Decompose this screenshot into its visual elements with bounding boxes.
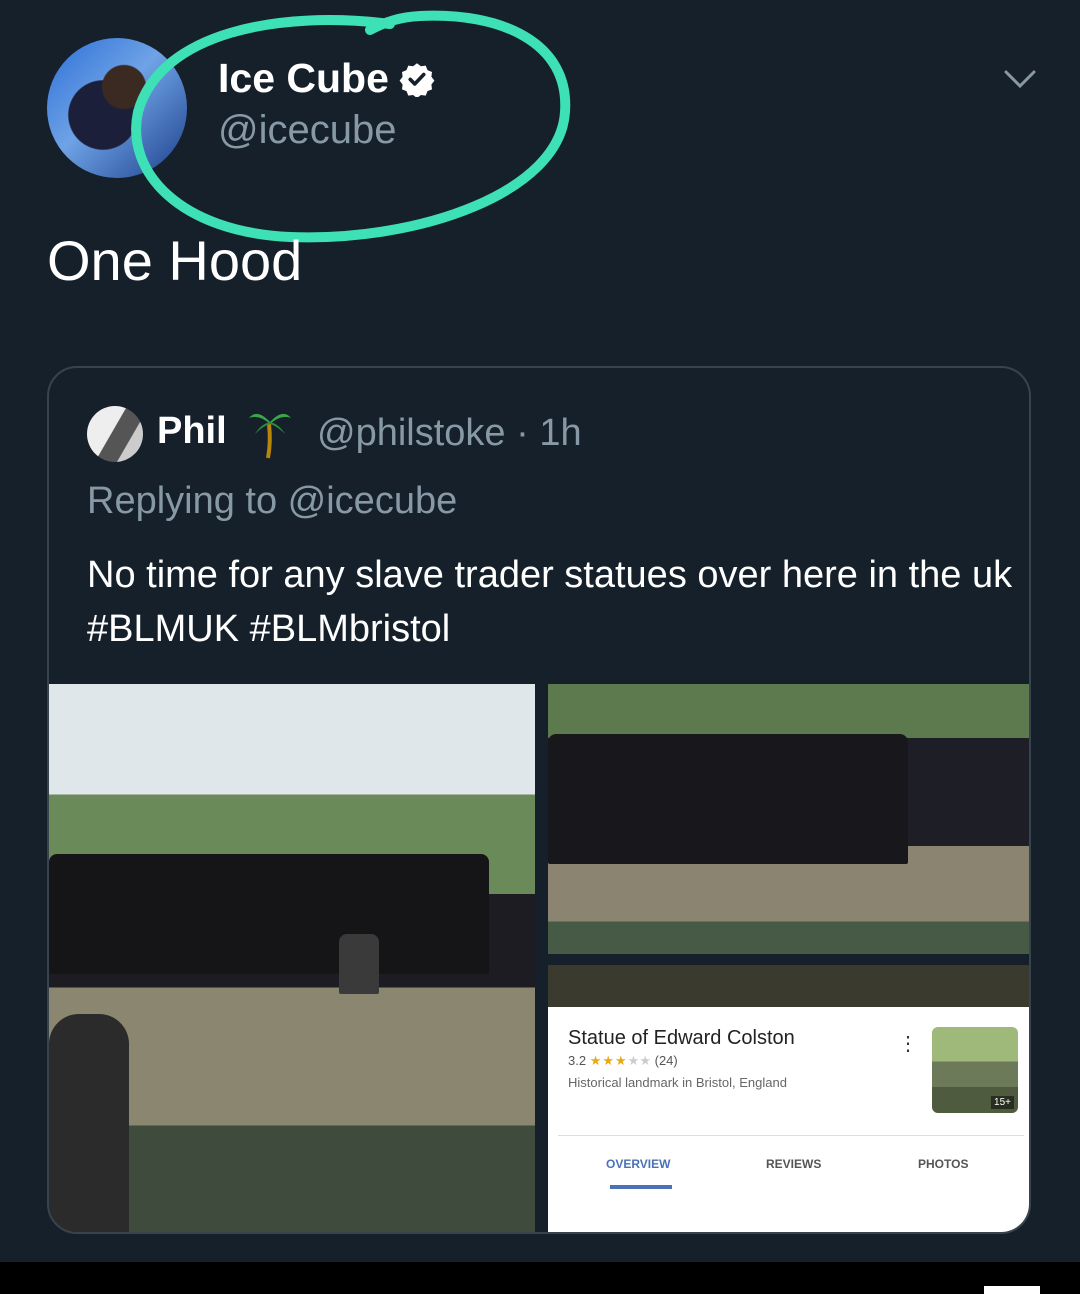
more-vertical-icon[interactable]: ⋮: [898, 1031, 918, 1056]
quote-author-avatar[interactable]: [87, 406, 143, 462]
quote-time: · 1h: [516, 412, 582, 454]
photo-place-card[interactable]: Statue of Edward Colston 3.2 ★★★★★ (24) …: [548, 965, 1029, 1232]
review-count: (24): [654, 1053, 678, 1068]
place-thumbnail[interactable]: 15+: [932, 1027, 1018, 1113]
quoted-tweet[interactable]: Phil @philstoke · 1h Replying to @icecub…: [47, 366, 1031, 1234]
author-handle[interactable]: @icecube: [218, 108, 396, 153]
bottom-indicator: [984, 1286, 1040, 1294]
place-description: Historical landmark in Bristol, England: [568, 1075, 787, 1090]
replying-to[interactable]: Replying to @icecube: [87, 480, 457, 523]
tab-photos[interactable]: PHOTOS: [918, 1157, 968, 1171]
quote-text: No time for any slave trader statues ove…: [87, 554, 1013, 650]
quote-author-name[interactable]: Phil: [157, 410, 227, 453]
card-divider: [558, 1135, 1024, 1136]
palm-tree-icon: [249, 413, 291, 459]
tab-active-indicator: [610, 1185, 672, 1189]
crowd-silhouette: [548, 734, 908, 864]
tab-overview[interactable]: OVERVIEW: [606, 1157, 670, 1171]
quote-author-handle[interactable]: @philstoke: [317, 412, 506, 454]
quote-handle-row: @philstoke · 1h: [317, 412, 582, 455]
rating-stars: ★★★: [589, 1053, 628, 1068]
card-top-strip: [548, 965, 1029, 1007]
bottom-bar: [0, 1262, 1080, 1294]
photo-crowd-harbour[interactable]: [49, 684, 535, 1232]
rating-value: 3.2: [568, 1053, 587, 1068]
author-name: Ice Cube: [218, 55, 389, 101]
place-title: Statue of Edward Colston: [568, 1027, 795, 1049]
statue-shape: [339, 934, 379, 994]
tab-reviews[interactable]: REVIEWS: [766, 1157, 821, 1171]
rating-stars-empty: ★★: [627, 1053, 651, 1068]
verified-badge-icon: [399, 62, 435, 97]
photo-crowd-wall[interactable]: [548, 684, 1029, 954]
tweet-text: One Hood: [47, 229, 303, 292]
crowd-silhouette: [49, 854, 489, 974]
photo-count: 15+: [991, 1096, 1014, 1109]
author-avatar[interactable]: [47, 38, 187, 178]
spectator-foreground: [49, 1014, 129, 1232]
author-name-row[interactable]: Ice Cube: [218, 55, 435, 102]
place-rating: 3.2 ★★★★★ (24): [568, 1053, 678, 1069]
chevron-down-icon[interactable]: [1002, 68, 1038, 92]
